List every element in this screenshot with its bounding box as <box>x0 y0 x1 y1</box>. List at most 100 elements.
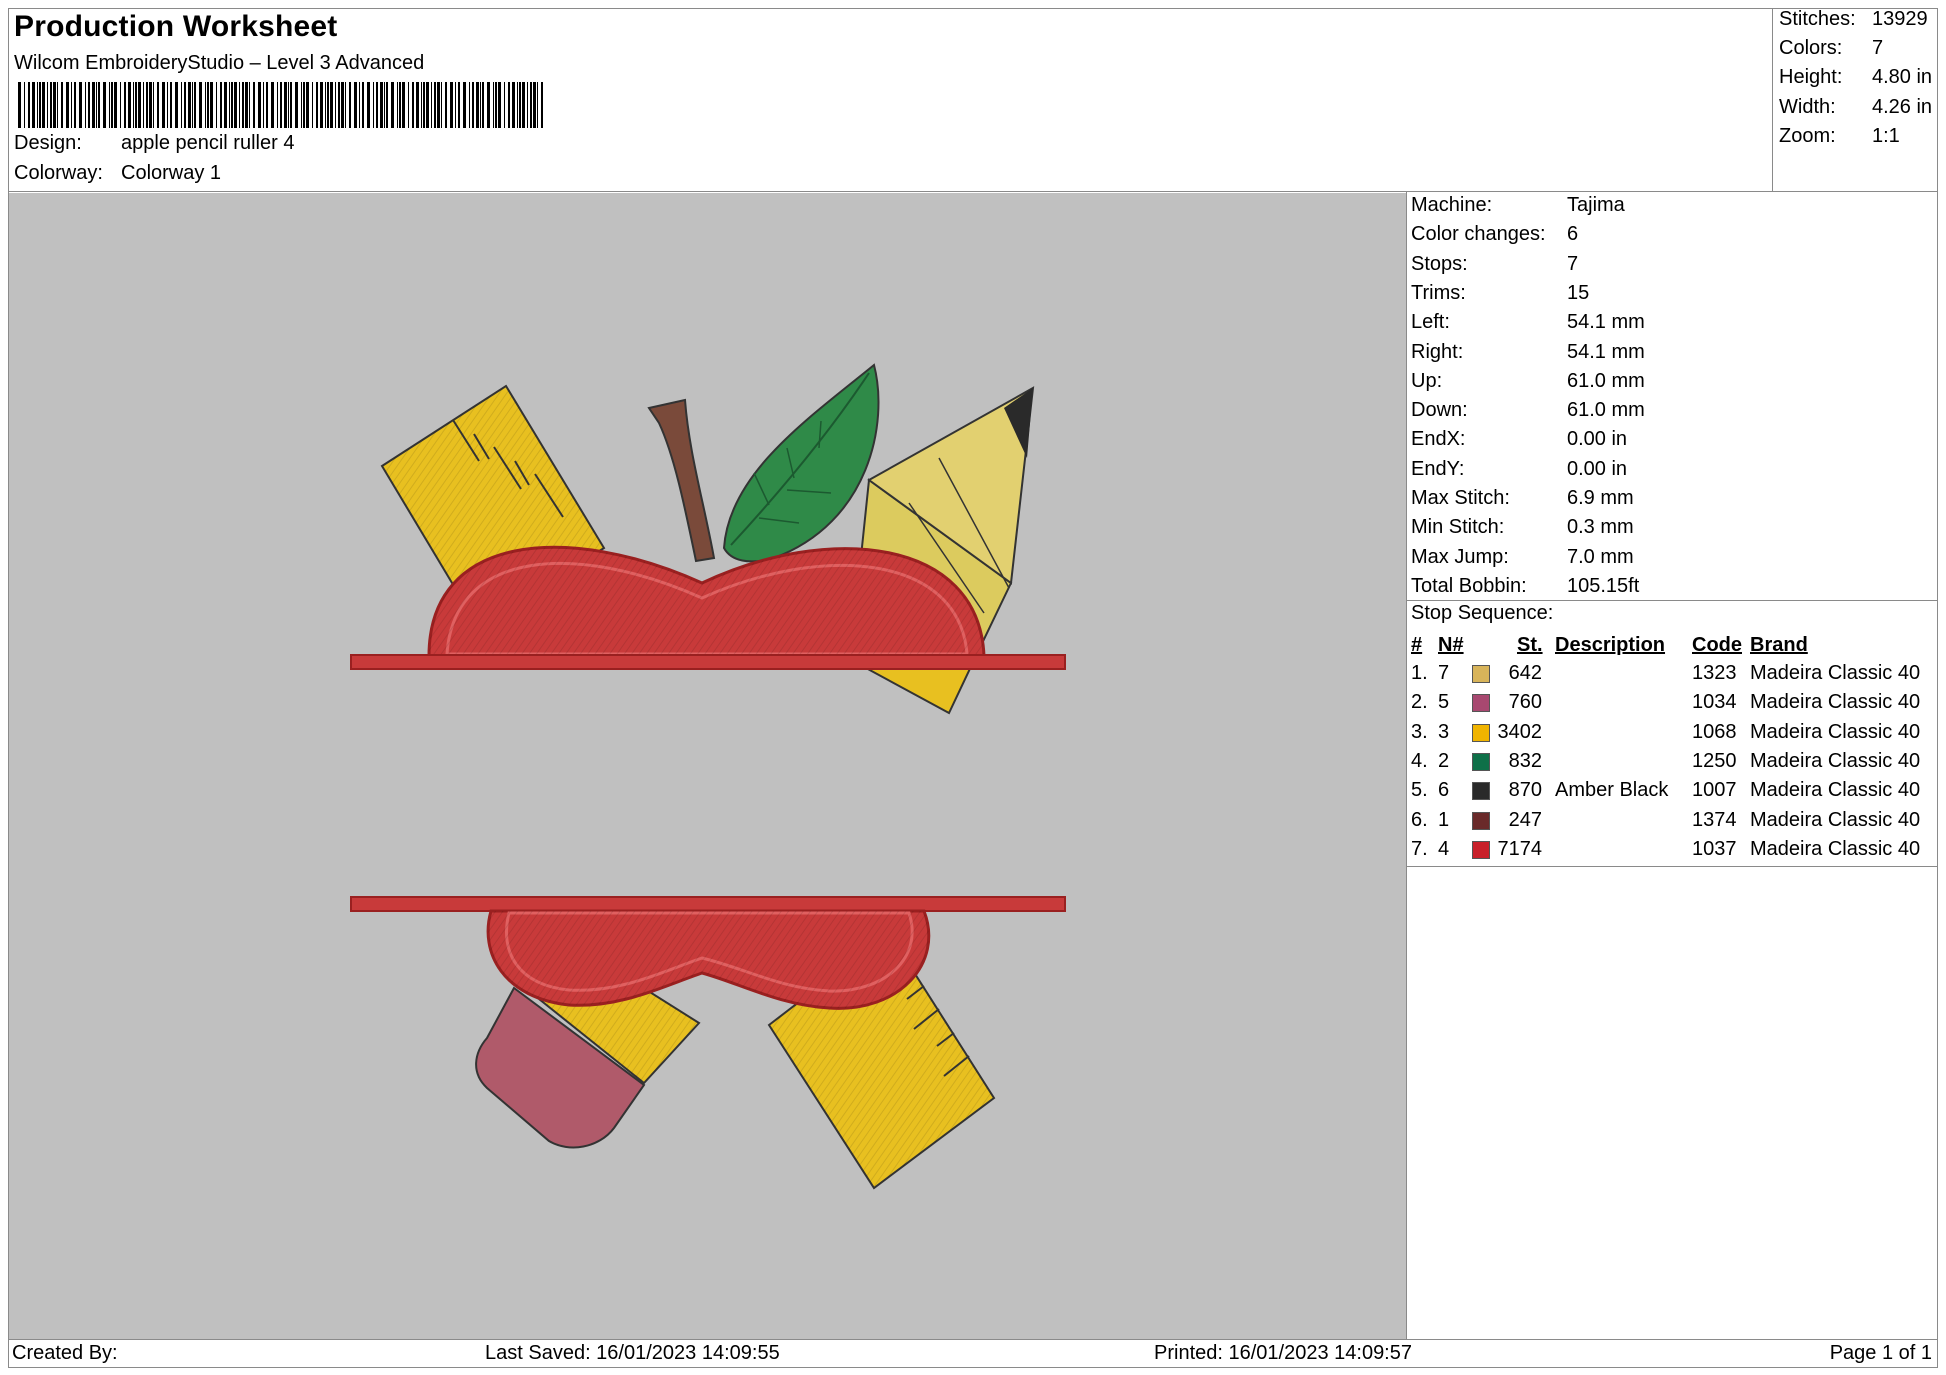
barcode-bar <box>47 82 48 128</box>
stop-n: 7 <box>1438 662 1450 684</box>
machine-info-label: Max Stitch: <box>1411 487 1510 509</box>
zoom-value: 1:1 <box>1872 125 1900 147</box>
barcode-bar <box>39 82 41 128</box>
machine-info-value: 105.15ft <box>1567 574 1640 597</box>
colorway-value: Colorway 1 <box>121 162 222 184</box>
barcode-bar <box>367 82 370 128</box>
col-header-brand: Brand <box>1750 634 1808 656</box>
barcode-bar <box>493 82 494 128</box>
barcode-bar <box>167 82 168 128</box>
stop-n: 2 <box>1438 749 1450 772</box>
machine-info-row: Color changes: 6 <box>1411 223 1578 246</box>
barcode-bar <box>316 82 318 128</box>
barcode-bar <box>431 82 432 128</box>
barcode-bar <box>295 82 298 128</box>
barcode-bar <box>345 82 346 128</box>
machine-info-value: 7 <box>1567 252 1579 275</box>
stitches-value: 13929 <box>1872 8 1928 30</box>
barcode-bar <box>181 82 182 128</box>
barcode-bar <box>242 82 244 128</box>
barcode-bar <box>205 82 206 128</box>
barcode-bar <box>258 82 261 128</box>
thread-color-swatch <box>1472 665 1490 683</box>
machine-info-row: Max Jump: 7.0 mm <box>1411 546 1634 569</box>
barcode-bar <box>445 82 447 128</box>
last-saved: Last Saved: 16/01/2023 14:09:55 <box>485 1342 780 1364</box>
barcode-bar <box>50 82 52 128</box>
width-label: Width: <box>1779 96 1836 118</box>
barcode-bar <box>303 82 305 128</box>
stop-brand: Madeira Classic 40 <box>1750 808 1921 831</box>
stop-code: 1037 <box>1692 837 1737 860</box>
machine-info-label: Color changes: <box>1411 223 1546 246</box>
colorway-label: Colorway: <box>14 162 103 184</box>
stop-code: 1374 <box>1692 808 1737 831</box>
machine-info-row: Left: 54.1 mm <box>1411 311 1645 334</box>
barcode-bar <box>53 82 56 128</box>
barcode-bar <box>170 82 172 128</box>
barcode-bar <box>175 82 178 128</box>
barcode-bar <box>133 82 134 128</box>
machine-info-value: 0.00 in <box>1567 428 1628 451</box>
barcode-bar <box>114 82 117 128</box>
barcode-bar <box>416 82 419 128</box>
page-number: Page 1 of 1 <box>1829 1342 1932 1364</box>
height-label: Height: <box>1779 66 1843 88</box>
stop-n: 6 <box>1438 779 1450 802</box>
stop-code: 1250 <box>1692 749 1737 772</box>
barcode-bar <box>384 82 385 128</box>
software-name: Wilcom EmbroideryStudio – Level 3 Advanc… <box>14 52 425 74</box>
colorway-row: Colorway: Colorway 1 <box>14 162 221 185</box>
machine-info-label: Stops: <box>1411 252 1468 275</box>
barcode-bar <box>495 82 497 128</box>
split-bar-top <box>350 654 1066 670</box>
col-header-code: Code <box>1692 634 1742 656</box>
stop-st: 3402 <box>1497 720 1543 743</box>
barcode-bar <box>229 82 230 128</box>
machine-info-row: EndY: 0.00 in <box>1411 458 1627 481</box>
barcode-bar <box>234 82 237 128</box>
barcode-bar <box>71 82 72 128</box>
machine-info-label: Down: <box>1411 399 1468 422</box>
barcode-bar <box>533 82 536 128</box>
barcode-bar <box>184 82 186 128</box>
stop-code: 1034 <box>1692 691 1737 714</box>
machine-info-label: Total Bobbin: <box>1411 574 1527 597</box>
machine-info-label: Left: <box>1411 311 1450 334</box>
leaf <box>722 363 880 563</box>
barcode-bar <box>359 82 360 128</box>
barcode-bar <box>149 82 152 128</box>
barcode-bar <box>207 82 209 128</box>
machine-info-panel: Machine: Tajima Color changes: 6 Stops: 7 Trim… <box>1407 192 1937 1340</box>
design-preview <box>9 193 1406 1339</box>
barcode-bar <box>153 82 154 128</box>
design-label: Design: <box>14 132 82 154</box>
machine-info-row: Up: 61.0 mm <box>1411 370 1645 393</box>
barcode-bar <box>508 82 510 128</box>
thread-color-swatch <box>1472 840 1490 859</box>
barcode-bar <box>541 82 543 128</box>
page-title: Production Worksheet <box>14 10 338 43</box>
machine-info-row: Down: 61.0 mm <box>1411 399 1645 422</box>
stop-desc: Amber Black <box>1555 779 1669 802</box>
machine-info-row: Right: 54.1 mm <box>1411 341 1645 364</box>
barcode-bar <box>306 82 309 128</box>
barcode-bar <box>220 82 222 128</box>
barcode-bar <box>249 82 250 128</box>
stop-idx: 1. <box>1411 662 1428 684</box>
barcode-bar <box>327 82 329 128</box>
barcode-bar <box>18 82 21 128</box>
stop-n: 4 <box>1438 837 1450 860</box>
barcode-bar <box>330 82 333 128</box>
barcode-bar <box>476 82 479 128</box>
stop-brand: Madeira Classic 40 <box>1750 837 1921 860</box>
stop-idx: 5. <box>1411 779 1428 802</box>
barcode-bar <box>412 82 414 128</box>
barcode-bar <box>373 82 374 128</box>
barcode-bar <box>426 82 429 128</box>
stop-idx: 7. <box>1411 837 1428 860</box>
barcode-bar <box>472 82 474 128</box>
barcode-bar <box>120 82 121 128</box>
barcode-bar <box>441 82 442 128</box>
machine-info-label: Trims: <box>1411 281 1466 304</box>
